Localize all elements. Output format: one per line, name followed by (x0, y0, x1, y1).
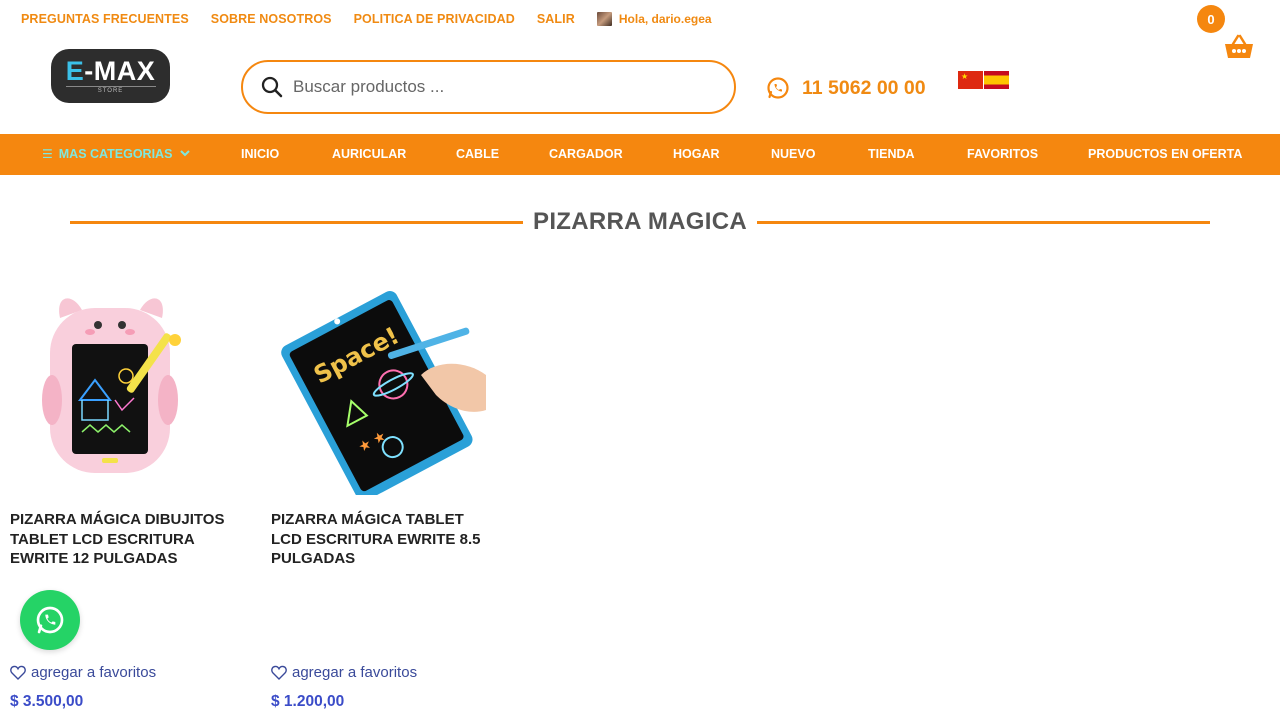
search-icon[interactable] (261, 76, 283, 98)
phone-contact[interactable]: 11 5062 00 00 (766, 76, 926, 100)
search-input[interactable] (293, 77, 713, 97)
main-nav: ☰ MAS CATEGORIAS INICIO AURICULAR CABLE … (0, 134, 1280, 175)
logo-subtitle: STORE (65, 86, 156, 94)
heading-divider (756, 220, 1210, 224)
language-selector (958, 71, 1010, 89)
favorites-label: agregar a favoritos (31, 664, 157, 681)
link-about[interactable]: SOBRE NOSOTROS (211, 12, 332, 26)
search-bar (241, 60, 736, 114)
cart-count-badge: 0 (1197, 5, 1225, 33)
favorites-label: agregar a favoritos (292, 664, 418, 681)
logo-text: -MAX (84, 56, 156, 86)
site-logo[interactable]: E-MAX STORE (51, 49, 170, 103)
nav-item-nuevo[interactable]: NUEVO (771, 134, 815, 175)
menu-icon: ☰ (42, 147, 53, 161)
nav-item-ofertas[interactable]: PRODUCTOS EN OFERTA (1088, 134, 1242, 175)
product-image[interactable] (10, 280, 230, 495)
link-privacy[interactable]: POLITICA DE PRIVACIDAD (354, 12, 515, 26)
nav-item-favoritos[interactable]: FAVORITOS (967, 134, 1038, 175)
nav-more-categories[interactable]: ☰ MAS CATEGORIAS (42, 134, 191, 175)
nav-categories-label: MAS CATEGORIAS (58, 147, 173, 161)
product-price: $ 3.500,00 (10, 693, 84, 710)
nav-item-inicio[interactable]: INICIO (241, 134, 279, 175)
nav-item-auricular[interactable]: AURICULAR (332, 134, 406, 175)
user-greeting: Hola, dario.egea (618, 12, 712, 26)
product-price: $ 1.200,00 (271, 693, 345, 710)
product-image[interactable]: Space! ★ ★ (271, 280, 491, 501)
spain-flag[interactable] (984, 71, 1009, 89)
phone-number: 11 5062 00 00 (802, 76, 926, 99)
add-to-favorites-link[interactable]: agregar a favoritos (271, 664, 417, 681)
nav-item-cable[interactable]: CABLE (456, 134, 499, 175)
whatsapp-icon (36, 606, 64, 634)
heart-icon (10, 665, 26, 680)
product-card: PIZARRA MÁGICA DIBUJITOS TABLET LCD ESCR… (10, 280, 240, 710)
cart-button[interactable]: 0 (1196, 4, 1256, 64)
product-title[interactable]: PIZARRA MÁGICA TABLET LCD ESCRITURA EWRI… (271, 510, 496, 569)
logo-letter: E (65, 56, 85, 86)
chevron-down-icon (180, 134, 191, 175)
avatar (596, 12, 612, 26)
product-card: Space! ★ ★ PIZARRA MÁGICA TABLET LCD ESC… (271, 280, 501, 710)
link-faq[interactable]: PREGUNTAS FRECUENTES (21, 12, 189, 26)
product-title[interactable]: PIZARRA MÁGICA DIBUJITOS TABLET LCD ESCR… (10, 510, 235, 569)
user-menu[interactable]: Hola, dario.egea (596, 12, 712, 26)
link-logout[interactable]: SALIR (537, 12, 575, 26)
heading-divider (70, 220, 524, 224)
add-to-favorites-link[interactable]: agregar a favoritos (10, 664, 156, 681)
nav-item-tienda[interactable]: TIENDA (868, 134, 915, 175)
china-flag[interactable] (958, 71, 983, 89)
whatsapp-icon (767, 77, 789, 99)
nav-item-hogar[interactable]: HOGAR (673, 134, 720, 175)
section-heading: PIZARRA MAGICA (70, 206, 1210, 238)
whatsapp-chat-button[interactable] (20, 590, 80, 650)
heart-icon (271, 665, 287, 680)
nav-item-cargador[interactable]: CARGADOR (549, 134, 623, 175)
top-links: PREGUNTAS FRECUENTES SOBRE NOSOTROS POLI… (21, 12, 712, 26)
basket-icon (1225, 34, 1253, 58)
page-title: PIZARRA MAGICA (533, 208, 747, 235)
